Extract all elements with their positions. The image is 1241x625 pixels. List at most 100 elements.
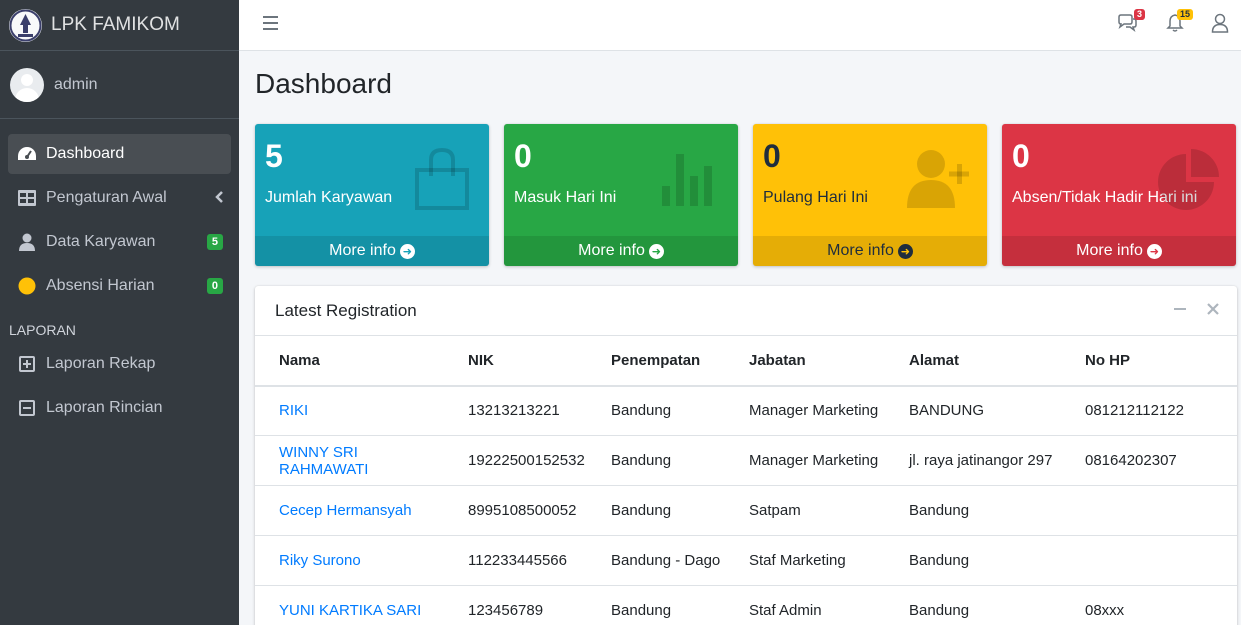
employee-name-link[interactable]: Riky Surono [255, 535, 444, 586]
table-row: Cecep Hermansyah 8995108500052 Bandung S… [255, 485, 1237, 536]
sidebar: LPK FAMIKOM admin Dashboard Pengaturan A… [0, 0, 239, 625]
sidebar-item-label: Dashboard [46, 145, 125, 162]
more-info-link[interactable]: More info ➜ [255, 236, 489, 266]
bar-chart-icon [662, 154, 712, 206]
arrow-circle-right-icon: ➜ [1146, 243, 1162, 259]
latest-registration-card: Latest Registration Nama NIK Penempatan … [255, 286, 1237, 625]
minus-icon [1174, 308, 1186, 310]
sidebar-item-label: Pengaturan Awal [46, 189, 167, 206]
user-menu-button[interactable] [1211, 13, 1233, 35]
plus-square-icon [16, 354, 38, 374]
sidebar-item-absensi-harian[interactable]: Absensi Harian 0 [8, 266, 231, 306]
stat-label: Masuk Hari Ini [514, 189, 617, 206]
sidebar-item-laporan-rekap[interactable]: Laporan Rekap [8, 344, 231, 384]
collapse-button[interactable] [1173, 300, 1187, 321]
table-cell [1061, 535, 1237, 586]
column-header: Jabatan [725, 335, 885, 387]
table-cell: 123456789 [444, 585, 587, 625]
registration-table: Nama NIK Penempatan Jabatan Alamat No HP… [255, 335, 1237, 625]
table-cell: 112233445566 [444, 535, 587, 586]
sidebar-item-pengaturan-awal[interactable]: Pengaturan Awal [8, 178, 231, 218]
table-cell: Bandung [885, 535, 1061, 586]
brand-logo [9, 8, 42, 42]
sidebar-nav: Dashboard Pengaturan Awal Data Karyawan … [0, 119, 239, 428]
remove-button[interactable] [1207, 300, 1219, 321]
top-navbar: 3 15 [239, 0, 1241, 51]
close-icon [1207, 303, 1219, 315]
more-info-label: More info [578, 242, 645, 259]
employee-name-link[interactable]: YUNI KARTIKA SARI [255, 585, 444, 625]
more-info-link[interactable]: More info ➜ [504, 236, 738, 266]
table-cell: Bandung [885, 585, 1061, 625]
column-header: Nama [255, 335, 444, 387]
user-icon [16, 232, 38, 252]
stat-value: 5 [265, 138, 283, 174]
arrow-circle-right-icon: ➜ [399, 243, 415, 259]
stat-value: 0 [514, 138, 532, 174]
column-header: NIK [444, 335, 587, 387]
messages-badge: 3 [1133, 9, 1145, 20]
user-panel[interactable]: admin [0, 51, 239, 119]
stat-value: 0 [1012, 138, 1030, 174]
tachometer-icon [16, 144, 38, 164]
table-cell: Bandung - Dago [587, 535, 725, 586]
grid-icon [16, 188, 38, 208]
card-header: Latest Registration [255, 286, 1237, 335]
notifications-button[interactable]: 15 [1165, 9, 1193, 35]
sidebar-item-data-karyawan[interactable]: Data Karyawan 5 [8, 222, 231, 262]
employee-name-link[interactable]: Cecep Hermansyah [255, 485, 444, 536]
table-cell: 19222500152532 [444, 435, 587, 486]
page-title: Dashboard [255, 68, 392, 99]
messages-button[interactable]: 3 [1117, 9, 1145, 35]
table-cell: Bandung [885, 485, 1061, 536]
brand-name: LPK FAMIKOM [51, 14, 180, 35]
table-header-row: Nama NIK Penempatan Jabatan Alamat No HP [255, 335, 1237, 387]
sidebar-item-dashboard[interactable]: Dashboard [8, 134, 231, 174]
notifications-badge: 15 [1176, 9, 1193, 20]
stat-label: Jumlah Karyawan [265, 189, 393, 206]
stat-label: Pulang Hari Ini [763, 189, 868, 206]
menu-toggle-icon[interactable] [263, 16, 278, 30]
more-info-link[interactable]: More info ➜ [1002, 236, 1236, 266]
stat-box-pulang-hari-ini: 0 Pulang Hari Ini More info ➜ [753, 124, 987, 266]
card-title: Latest Registration [275, 300, 417, 320]
user-avatar [10, 67, 44, 102]
column-header: Alamat [885, 335, 1061, 387]
arrow-circle-right-icon: ➜ [897, 243, 913, 259]
table-cell [1061, 485, 1237, 536]
sidebar-item-label: Data Karyawan [46, 233, 156, 250]
table-cell: BANDUNG [885, 385, 1061, 436]
column-header: Penempatan [587, 335, 725, 387]
table-cell: Satpam [725, 485, 885, 536]
table-cell: Staf Admin [725, 585, 885, 625]
table-cell: Manager Marketing [725, 385, 885, 436]
more-info-link[interactable]: More info ➜ [753, 236, 987, 266]
employee-name-link[interactable]: WINNY SRI RAHMAWATI [255, 435, 444, 486]
sidebar-item-label: Laporan Rekap [46, 355, 156, 372]
user-plus-icon [907, 150, 969, 208]
table-cell: jl. raya jatinangor 297 [885, 435, 1061, 486]
more-info-label: More info [1076, 242, 1143, 259]
sidebar-item-label: Laporan Rincian [46, 399, 163, 416]
table-row: WINNY SRI RAHMAWATI 19222500152532 Bandu… [255, 435, 1237, 486]
stat-box-absen: 0 Absen/Tidak Hadir Hari ini More info ➜ [1002, 124, 1236, 266]
column-header: No HP [1061, 335, 1237, 387]
sidebar-section-header: LAPORAN [9, 322, 76, 338]
user-name[interactable]: admin [54, 76, 98, 94]
arrow-circle-right-icon: ➜ [648, 243, 664, 259]
brand-link[interactable]: LPK FAMIKOM [0, 0, 239, 51]
sidebar-item-laporan-rincian[interactable]: Laporan Rincian [8, 388, 231, 428]
table-row: Riky Surono 112233445566 Bandung - Dago … [255, 535, 1237, 586]
table-row: YUNI KARTIKA SARI 123456789 Bandung Staf… [255, 585, 1237, 625]
chevron-left-icon [215, 190, 223, 206]
more-info-label: More info [329, 242, 396, 259]
sidebar-item-label: Absensi Harian [46, 277, 155, 294]
more-info-label: More info [827, 242, 894, 259]
table-cell: Manager Marketing [725, 435, 885, 486]
employee-name-link[interactable]: RIKI [255, 385, 444, 436]
user-outline-icon [1211, 13, 1229, 33]
table-row: RIKI 13213213221 Bandung Manager Marketi… [255, 385, 1237, 436]
table-cell: 08xxx [1061, 585, 1237, 625]
table-cell: 8995108500052 [444, 485, 587, 536]
count-badge: 0 [206, 278, 223, 294]
